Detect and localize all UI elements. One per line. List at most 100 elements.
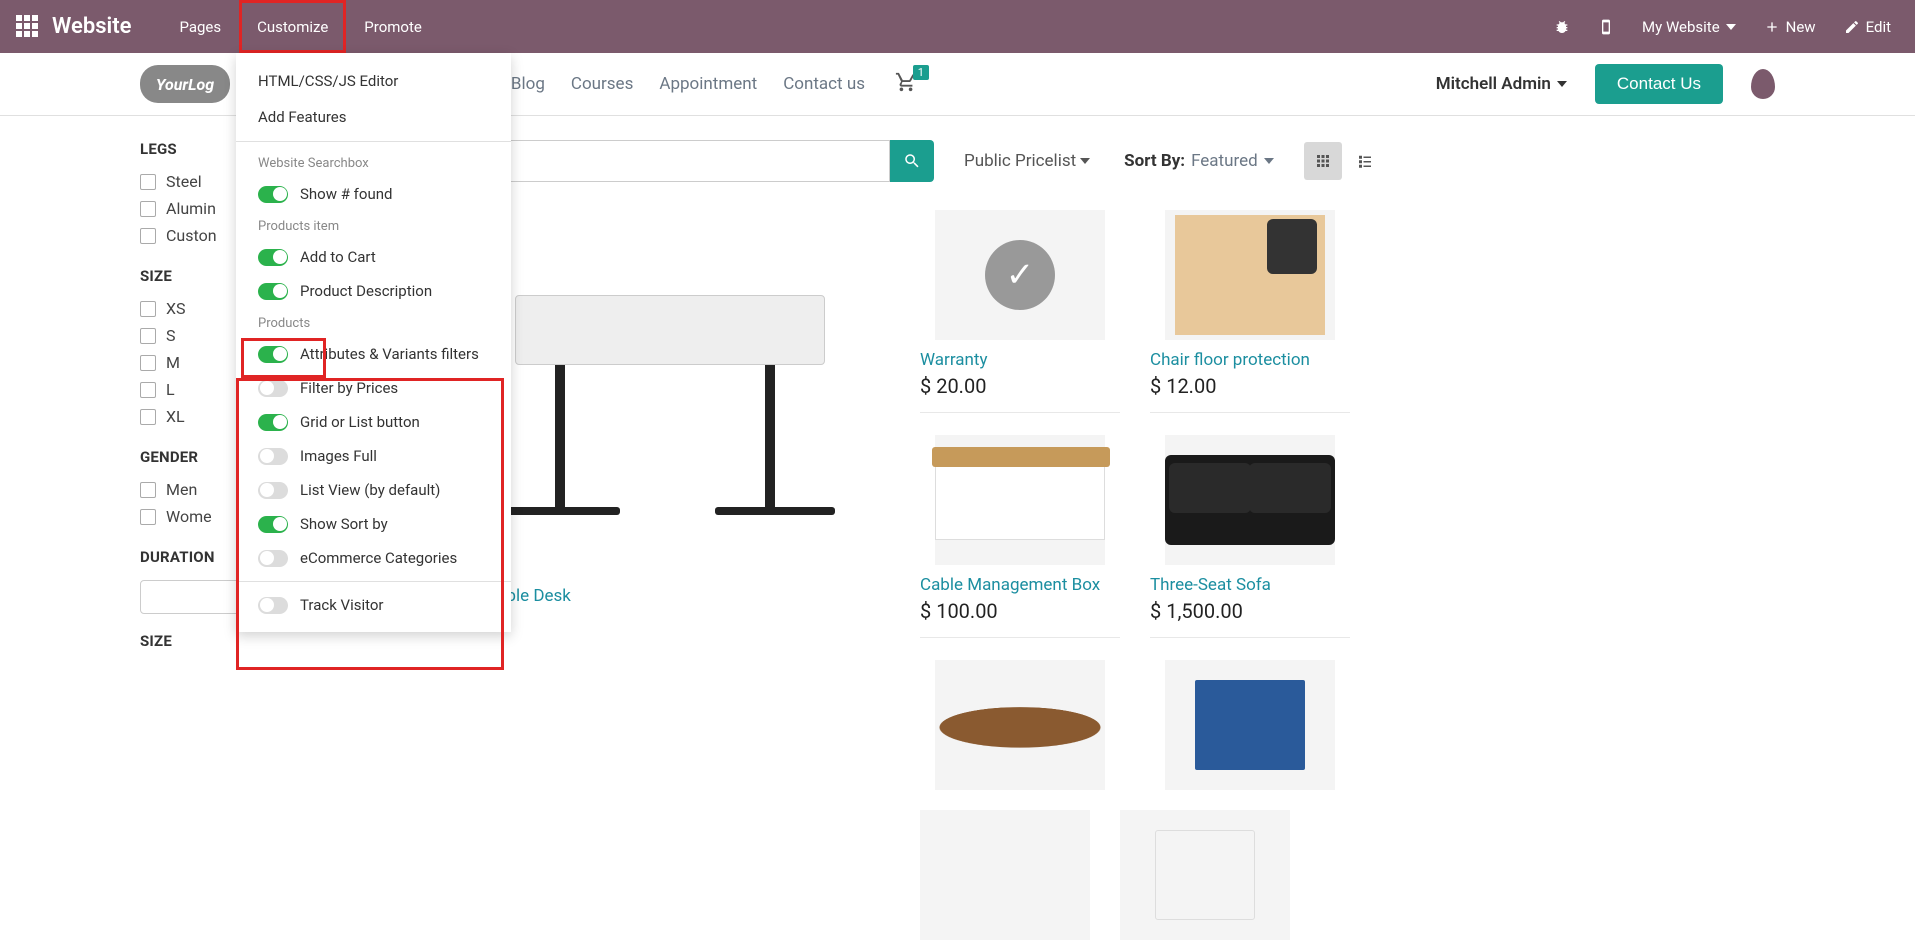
dd-section-searchbox: Website Searchbox [236,148,511,177]
toggle-switch[interactable] [258,516,288,533]
nav-appointment[interactable]: Appointment [659,74,757,94]
product-name[interactable]: omizable Desk [460,586,890,606]
list-view-button[interactable] [1346,142,1384,180]
product-price: $ 1,500.00 [1150,599,1350,623]
toggle-add-to-cart[interactable]: Add to Cart [236,240,511,274]
product-card[interactable]: Chair floor protection $ 12.00 [1150,210,1350,413]
dd-divider [236,581,511,582]
toggle-label: Images Full [300,447,377,465]
checkbox[interactable] [140,174,156,190]
filter-label: Custon [166,226,217,245]
product-price: $ 20.00 [920,374,1120,398]
user-dropdown[interactable]: Mitchell Admin [1436,74,1567,94]
brand-label[interactable]: Website [52,14,131,39]
contact-us-button[interactable]: Contact Us [1595,64,1723,104]
nav-blog[interactable]: Blog [511,74,545,94]
product-name[interactable]: Cable Management Box [920,575,1120,595]
search-input[interactable] [460,140,890,182]
grid-icon [1314,152,1332,170]
toggle-show-found[interactable]: Show # found [236,177,511,211]
toggle-switch[interactable] [258,448,288,465]
toggle-show-sort-by[interactable]: Show Sort by [236,507,511,541]
product-image [1165,435,1335,565]
toggle-label: Add to Cart [300,248,376,266]
product-card[interactable]: Three-Seat Sofa $ 1,500.00 [1150,435,1350,638]
dd-add-features[interactable]: Add Features [236,99,511,135]
view-toggle [1304,142,1384,180]
product-card[interactable]: ✓ Warranty $ 20.00 [920,210,1120,413]
edit-button[interactable]: Edit [1830,18,1905,36]
filter-label: Alumin [166,199,216,218]
toggle-ecommerce-categories[interactable]: eCommerce Categories [236,541,511,575]
checkbox[interactable] [140,228,156,244]
sortby-value: Featured [1191,151,1258,171]
menu-customize[interactable]: Customize [239,0,346,53]
search-button[interactable] [890,140,934,182]
pricelist-label: Public Pricelist [964,151,1076,171]
toggle-label: List View (by default) [300,481,440,499]
product-card[interactable]: Cable Management Box $ 100.00 [920,435,1120,638]
content-area: Public Pricelist Sort By: Featured omiza… [450,116,1775,950]
menu-promote[interactable]: Promote [346,0,440,53]
checkbox[interactable] [140,409,156,425]
toggle-attributes-variants[interactable]: Attributes & Variants filters [236,337,511,371]
product-price: $ 100.00 [920,599,1120,623]
toggle-switch[interactable] [258,346,288,363]
cart-button[interactable]: 1 [895,71,917,97]
toggle-switch[interactable] [258,550,288,567]
filter-label: S [166,326,176,345]
toggle-label: Attributes & Variants filters [300,345,479,363]
plus-icon [1764,19,1780,35]
product-name[interactable]: Three-Seat Sofa [1150,575,1350,595]
products-grid: omizable Desk 50.00 ✓ Warranty $ 20.00 C… [460,210,1775,800]
grid-view-button[interactable] [1304,142,1342,180]
checkbox[interactable] [140,382,156,398]
checkbox[interactable] [140,355,156,371]
checkbox[interactable] [140,201,156,217]
toggle-switch[interactable] [258,283,288,300]
toggle-switch[interactable] [258,249,288,266]
new-button[interactable]: New [1750,18,1830,36]
toggle-switch[interactable] [258,380,288,397]
product-image [1165,210,1335,340]
toggle-track-visitor[interactable]: Track Visitor [236,588,511,622]
pricelist-dropdown[interactable]: Public Pricelist [964,151,1090,171]
checkbox[interactable] [140,328,156,344]
toggle-list-view-default[interactable]: List View (by default) [236,473,511,507]
product-image [935,660,1105,790]
apps-icon[interactable] [16,15,40,39]
mobile-icon[interactable] [1584,19,1628,35]
nav-courses[interactable]: Courses [571,74,633,94]
product-hero[interactable]: omizable Desk 50.00 [460,210,890,800]
product-image [1120,810,1290,940]
nav-contact[interactable]: Contact us [783,74,865,94]
sortby-dropdown[interactable]: Sort By: Featured [1124,151,1274,171]
dd-section-products: Products [236,308,511,337]
menu-pages[interactable]: Pages [161,0,239,53]
toggle-grid-list[interactable]: Grid or List button [236,405,511,439]
dd-html-editor[interactable]: HTML/CSS/JS Editor [236,63,511,99]
toggle-switch[interactable] [258,597,288,614]
filter-label: Steel [166,172,202,191]
toggle-switch[interactable] [258,186,288,203]
my-website-dropdown[interactable]: My Website [1628,18,1750,36]
cart-badge: 1 [913,65,929,80]
toggle-label: eCommerce Categories [300,549,457,567]
filter-title: SIZE [140,632,430,650]
toggle-switch[interactable] [258,482,288,499]
checkbox[interactable] [140,301,156,317]
toggle-images-full[interactable]: Images Full [236,439,511,473]
checkbox[interactable] [140,509,156,525]
toggle-label: Show # found [300,185,392,203]
product-image [460,210,890,580]
toggle-switch[interactable] [258,414,288,431]
theme-icon[interactable] [1751,69,1775,99]
toggle-label: Show Sort by [300,515,388,533]
product-name[interactable]: Chair floor protection [1150,350,1350,370]
toggle-filter-prices[interactable]: Filter by Prices [236,371,511,405]
product-name[interactable]: Warranty [920,350,1120,370]
checkbox[interactable] [140,482,156,498]
site-logo[interactable]: YourLog [140,65,230,103]
bug-icon[interactable] [1540,19,1584,35]
toggle-product-description[interactable]: Product Description [236,274,511,308]
